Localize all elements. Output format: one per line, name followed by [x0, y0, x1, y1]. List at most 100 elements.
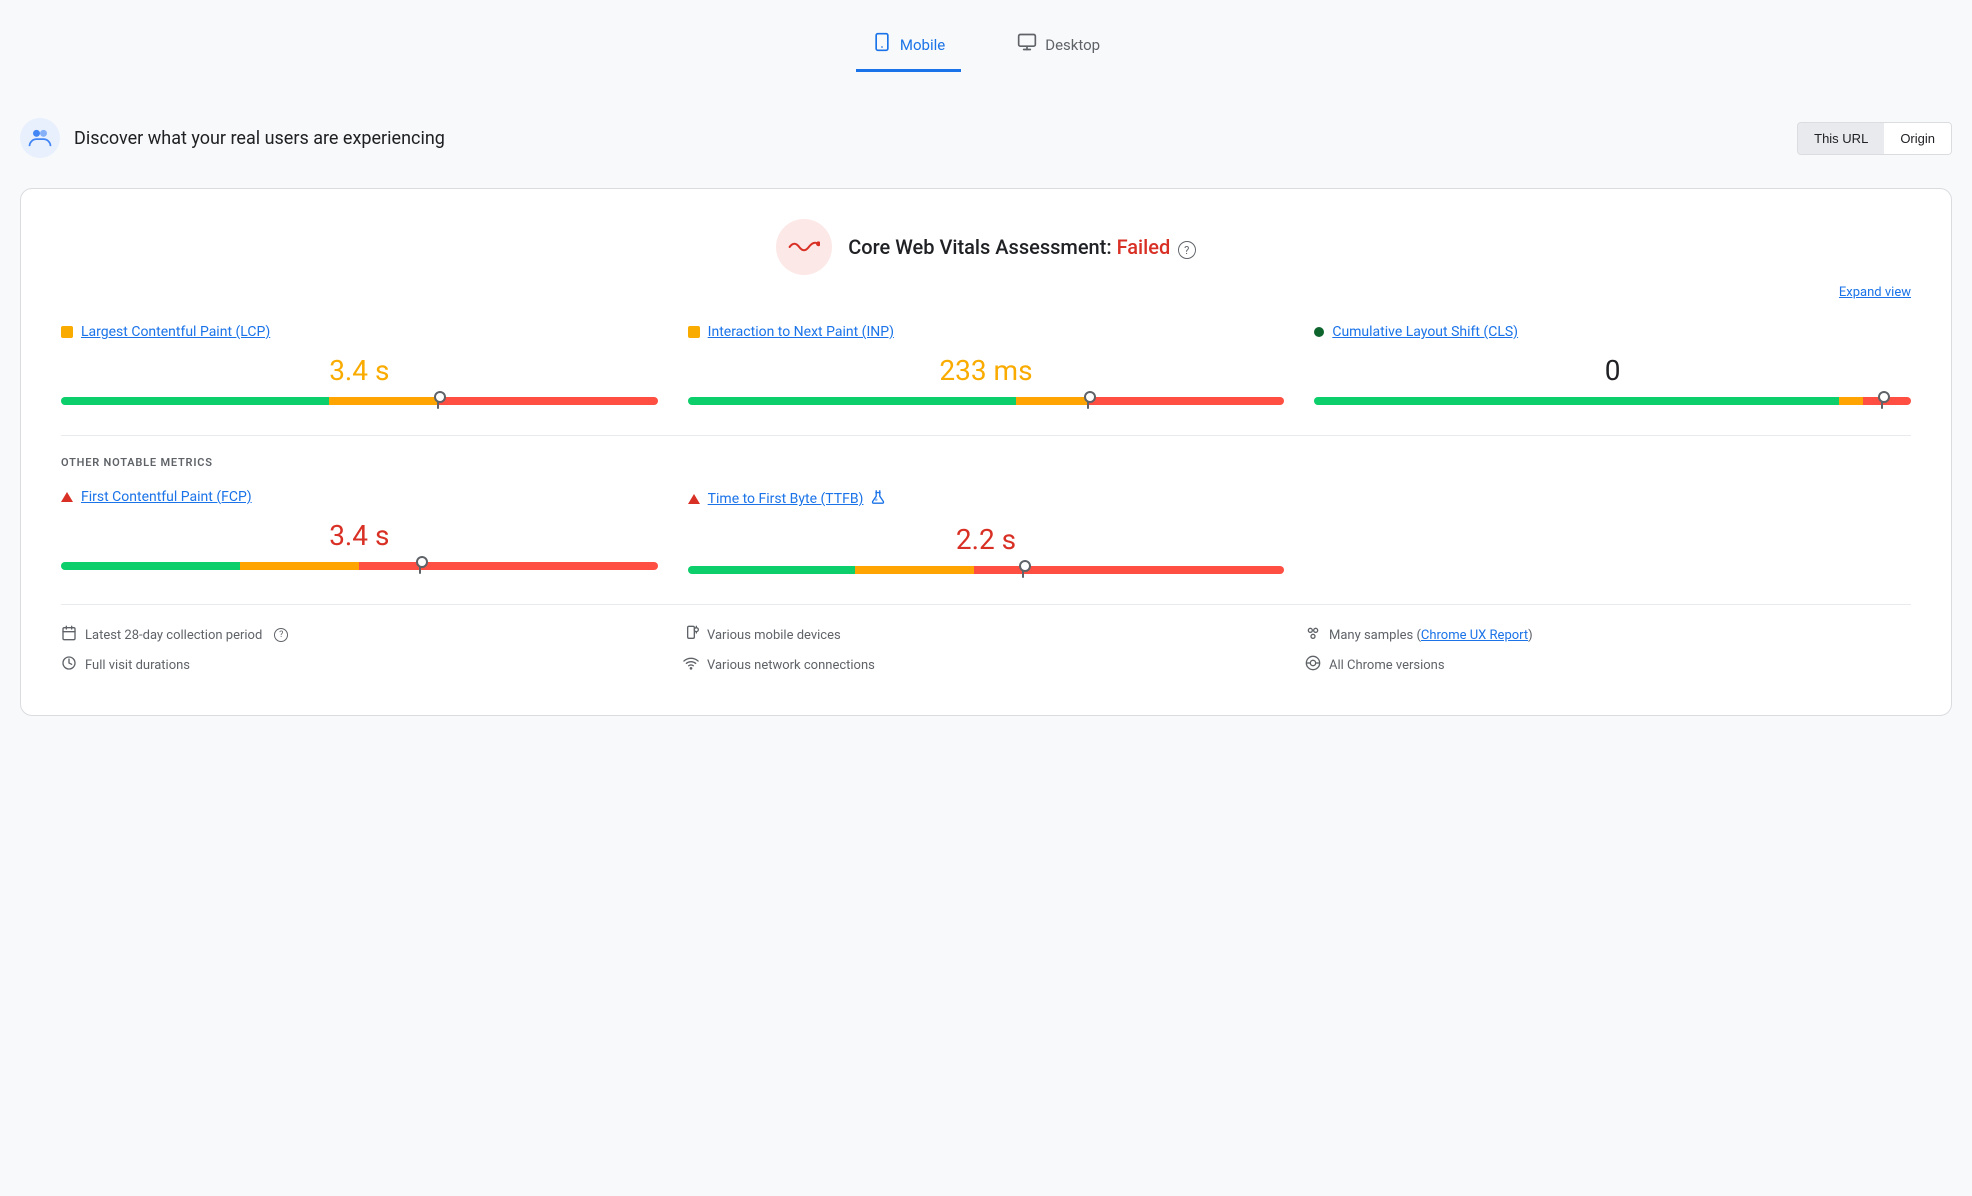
tab-mobile[interactable]: Mobile [856, 20, 961, 72]
footer-item-mobile: Various mobile devices [683, 625, 1289, 645]
fcp-green-segment [61, 562, 240, 570]
assessment-title-prefix: Core Web Vitals Assessment: [848, 235, 1116, 259]
assessment-icon [776, 219, 832, 275]
metric-lcp-value-row: 3.4 s [61, 346, 658, 397]
inp-green-segment [688, 397, 1016, 405]
footer-col-2: Various mobile devices Various network c… [683, 625, 1289, 685]
origin-button[interactable]: Origin [1884, 123, 1951, 154]
timer-icon [61, 655, 77, 675]
header-left: Discover what your real users are experi… [20, 118, 445, 158]
cls-orange-segment [1839, 397, 1863, 405]
footer-item-samples: Many samples (Chrome UX Report) [1305, 625, 1911, 645]
lcp-orange-segment [329, 397, 436, 405]
metric-ttfb-value: 2.2 s [956, 523, 1016, 556]
metric-inp: Interaction to Next Paint (INP) 233 ms [688, 324, 1285, 405]
metric-fcp-bar [61, 562, 658, 570]
flask-icon [871, 489, 885, 509]
calendar-icon [61, 625, 77, 645]
header-section: Discover what your real users are experi… [20, 102, 1952, 178]
footer-collection-text: Latest 28-day collection period [85, 628, 262, 643]
metric-inp-value: 233 ms [939, 354, 1032, 387]
ttfb-track [688, 566, 1285, 574]
this-url-button[interactable]: This URL [1798, 123, 1884, 154]
other-metrics-title: OTHER NOTABLE METRICS [61, 456, 1911, 469]
metric-fcp: First Contentful Paint (FCP) 3.4 s [61, 489, 658, 574]
footer-visit-text: Full visit durations [85, 658, 190, 673]
metric-ttfb-bar [688, 566, 1285, 574]
main-card: Core Web Vitals Assessment: Failed ? Exp… [20, 188, 1952, 716]
metric-lcp-label-row: Largest Contentful Paint (LCP) [61, 324, 658, 340]
footer-chrome-text: All Chrome versions [1329, 658, 1445, 673]
metric-fcp-label[interactable]: First Contentful Paint (FCP) [81, 489, 252, 505]
help-icon[interactable]: ? [1178, 241, 1196, 259]
page-title: Discover what your real users are experi… [74, 128, 445, 149]
inp-orange-segment [1016, 397, 1088, 405]
metric-ttfb: Time to First Byte (TTFB) 2.2 s [688, 489, 1285, 574]
lcp-red-segment [437, 397, 658, 405]
lcp-green-segment [61, 397, 329, 405]
metric-inp-bar [688, 397, 1285, 405]
fcp-track [61, 562, 658, 570]
samples-icon [1305, 625, 1321, 645]
mobile-icon [872, 32, 892, 57]
desktop-icon [1017, 32, 1037, 57]
metric-ttfb-value-row: 2.2 s [688, 515, 1285, 566]
mobile-devices-icon [683, 625, 699, 645]
metric-lcp-value: 3.4 s [329, 354, 389, 387]
fcp-triangle-icon [61, 492, 73, 502]
empty-col [1314, 489, 1911, 574]
fcp-red-segment [359, 562, 657, 570]
metric-lcp-bar [61, 397, 658, 405]
cls-marker [1881, 393, 1883, 409]
url-origin-toggle: This URL Origin [1797, 122, 1952, 155]
chrome-ux-report-link[interactable]: Chrome UX Report [1421, 628, 1528, 643]
inp-dot [688, 326, 700, 338]
tab-bar: Mobile Desktop [20, 20, 1952, 72]
avatar [20, 118, 60, 158]
other-metrics-grid: First Contentful Paint (FCP) 3.4 s Time … [61, 489, 1911, 574]
network-icon [683, 655, 699, 675]
cls-dot [1314, 327, 1324, 337]
metric-inp-label[interactable]: Interaction to Next Paint (INP) [708, 324, 894, 340]
footer-info: Latest 28-day collection period ? Full v… [61, 604, 1911, 685]
metric-fcp-value-row: 3.4 s [61, 511, 658, 562]
assessment-header: Core Web Vitals Assessment: Failed ? [61, 219, 1911, 275]
tab-desktop-label: Desktop [1045, 36, 1100, 54]
footer-samples-text: Many samples (Chrome UX Report) [1329, 628, 1533, 643]
ttfb-marker [1022, 562, 1024, 578]
metric-cls-value-row: 0 [1314, 346, 1911, 397]
metric-cls: Cumulative Layout Shift (CLS) 0 [1314, 324, 1911, 405]
lcp-dot [61, 326, 73, 338]
tab-desktop[interactable]: Desktop [1001, 20, 1116, 72]
metric-cls-value: 0 [1605, 354, 1621, 387]
metric-ttfb-label-row: Time to First Byte (TTFB) [688, 489, 1285, 509]
footer-mobile-text: Various mobile devices [707, 628, 841, 643]
tab-mobile-label: Mobile [900, 36, 945, 54]
ttfb-orange-segment [855, 566, 974, 574]
chrome-icon [1305, 655, 1321, 675]
assessment-status: Failed [1117, 235, 1171, 259]
footer-col-3: Many samples (Chrome UX Report) All Chro… [1305, 625, 1911, 685]
collection-help-icon[interactable]: ? [274, 628, 288, 642]
footer-item-visit: Full visit durations [61, 655, 667, 675]
inp-track [688, 397, 1285, 405]
cls-track [1314, 397, 1911, 405]
metric-inp-value-row: 233 ms [688, 346, 1285, 397]
metric-ttfb-label[interactable]: Time to First Byte (TTFB) [708, 491, 864, 507]
lcp-marker [437, 393, 439, 409]
inp-marker [1087, 393, 1089, 409]
footer-col-1: Latest 28-day collection period ? Full v… [61, 625, 667, 685]
metric-lcp-label[interactable]: Largest Contentful Paint (LCP) [81, 324, 270, 340]
cls-green-segment [1314, 397, 1839, 405]
metric-inp-label-row: Interaction to Next Paint (INP) [688, 324, 1285, 340]
ttfb-green-segment [688, 566, 855, 574]
metric-lcp: Largest Contentful Paint (LCP) 3.4 s [61, 324, 658, 405]
expand-view-link[interactable]: Expand view [61, 285, 1911, 300]
metric-cls-label[interactable]: Cumulative Layout Shift (CLS) [1332, 324, 1518, 340]
section-divider [61, 435, 1911, 436]
footer-item-collection: Latest 28-day collection period ? [61, 625, 667, 645]
fcp-marker [419, 558, 421, 574]
metric-fcp-value: 3.4 s [329, 519, 389, 552]
footer-item-chrome: All Chrome versions [1305, 655, 1911, 675]
metric-fcp-label-row: First Contentful Paint (FCP) [61, 489, 658, 505]
